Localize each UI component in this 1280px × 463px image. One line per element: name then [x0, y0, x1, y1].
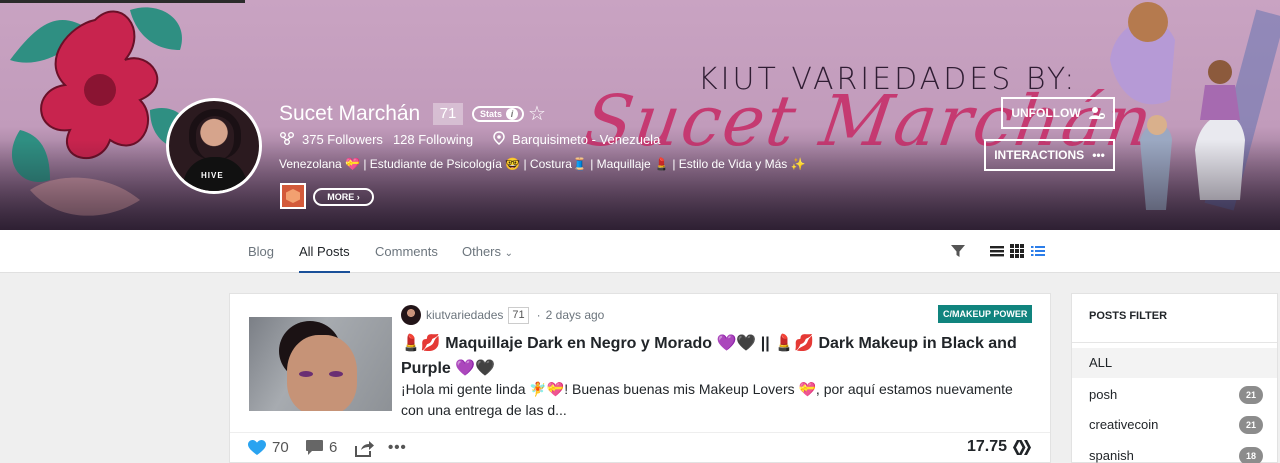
author-avatar[interactable] — [401, 305, 421, 325]
tab-others[interactable]: Others ⌄ — [462, 230, 513, 273]
vote-count: 70 — [272, 439, 289, 456]
filter-item-label: posh — [1089, 387, 1118, 402]
filter-item-count: 21 — [1239, 386, 1263, 404]
comment-count: 6 — [329, 439, 338, 456]
more-button[interactable]: MORE › — [313, 188, 374, 206]
compact-view-icon[interactable] — [1031, 244, 1045, 258]
interactions-button[interactable]: INTERACTIONS ••• — [984, 139, 1115, 171]
filter-item-label: ALL — [1089, 355, 1113, 370]
unfollow-button[interactable]: UNFOLLOW — [1001, 97, 1115, 129]
filter-item-all[interactable]: ALL — [1072, 348, 1277, 378]
posts-filter-panel: POSTS FILTER ALL posh 21 creativecoin 21… — [1071, 293, 1278, 463]
followers-icon — [279, 131, 295, 148]
community-tag[interactable]: C/MAKEUP POWER — [938, 305, 1033, 323]
author-reputation: 71 — [508, 306, 529, 324]
post-menu-icon[interactable]: ••• — [388, 439, 407, 456]
comment-icon — [306, 440, 323, 455]
post-author-row: kiutvariedades 71 · 2 days ago — [401, 305, 604, 325]
location-icon — [493, 131, 505, 148]
user-minus-icon — [1088, 107, 1105, 119]
tab-all-posts[interactable]: All Posts — [299, 230, 350, 273]
more-label: MORE — [327, 192, 355, 202]
hive-icon — [1013, 439, 1032, 455]
info-icon: i — [506, 108, 519, 120]
tab-others-label: Others — [462, 244, 502, 259]
post-thumbnail[interactable] — [249, 317, 392, 411]
tab-comments[interactable]: Comments — [375, 230, 438, 273]
post-time: 2 days ago — [545, 308, 605, 322]
filter-item-posh[interactable]: posh 21 — [1072, 380, 1277, 410]
list-view-icon[interactable] — [990, 244, 1004, 258]
post-footer: 70 6 ••• 17.75 — [230, 432, 1050, 463]
unfollow-label: UNFOLLOW — [1011, 106, 1081, 120]
author-name[interactable]: kiutvariedades — [426, 308, 503, 322]
more-dots-icon: ••• — [1092, 148, 1105, 162]
post-title[interactable]: 💄💋 Maquillaje Dark en Negro y Morado 💜🖤 … — [401, 331, 1031, 381]
location-text: Barquisimeto - Venezuela — [512, 132, 661, 147]
filter-item-label: creativecoin — [1089, 417, 1159, 432]
stats-button[interactable]: Stats i — [472, 106, 525, 122]
post-card[interactable]: kiutvariedades 71 · 2 days ago C/MAKEUP … — [229, 293, 1051, 463]
filter-item-count: 21 — [1239, 416, 1263, 434]
grid-view-icon[interactable] — [1010, 244, 1024, 258]
filter-item-creativecoin[interactable]: creativecoin 21 — [1072, 410, 1277, 440]
filter-item-spanish[interactable]: spanish 18 — [1072, 441, 1277, 463]
divider — [1072, 342, 1277, 343]
profile-name: Sucet Marchán — [279, 102, 421, 125]
followers-link[interactable]: 375 Followers — [302, 132, 383, 147]
profile-meta: 375 Followers 128 Following Barquisimeto… — [279, 131, 660, 148]
post-excerpt[interactable]: ¡Hola mi gente linda 🧚💝! Buenas buenas m… — [401, 379, 1031, 421]
profile-cover: KIUT VARIEDADES BY: Sucet Marchán HIVE S… — [0, 0, 1280, 230]
stats-label: Stats — [480, 109, 503, 119]
reputation-badge: 71 — [433, 103, 463, 125]
payout-value: 17.75 — [967, 438, 1008, 455]
following-link[interactable]: 128 Following — [393, 132, 473, 147]
chevron-down-icon: ⌄ — [504, 248, 514, 259]
filter-icon[interactable] — [951, 244, 965, 258]
reblog-icon[interactable] — [355, 441, 374, 457]
filter-item-count: 18 — [1239, 447, 1263, 463]
tab-blog[interactable]: Blog — [248, 230, 274, 273]
payout[interactable]: 17.75 — [967, 438, 1032, 456]
heart-icon — [248, 439, 266, 455]
comments-button[interactable]: 6 — [306, 439, 337, 456]
interactions-label: INTERACTIONS — [994, 148, 1085, 162]
community-badge[interactable] — [280, 183, 306, 209]
profile-bio: Venezolana 💝 | Estudiante de Psicología … — [279, 157, 806, 171]
upvote-button[interactable]: 70 — [248, 439, 289, 456]
filter-item-label: spanish — [1089, 448, 1134, 463]
profile-nav: Blog All Posts Comments Others ⌄ — [0, 230, 1280, 273]
profile-avatar[interactable]: HIVE — [166, 98, 262, 194]
posts-filter-title: POSTS FILTER — [1089, 310, 1168, 322]
star-icon[interactable]: ☆ — [528, 103, 546, 125]
